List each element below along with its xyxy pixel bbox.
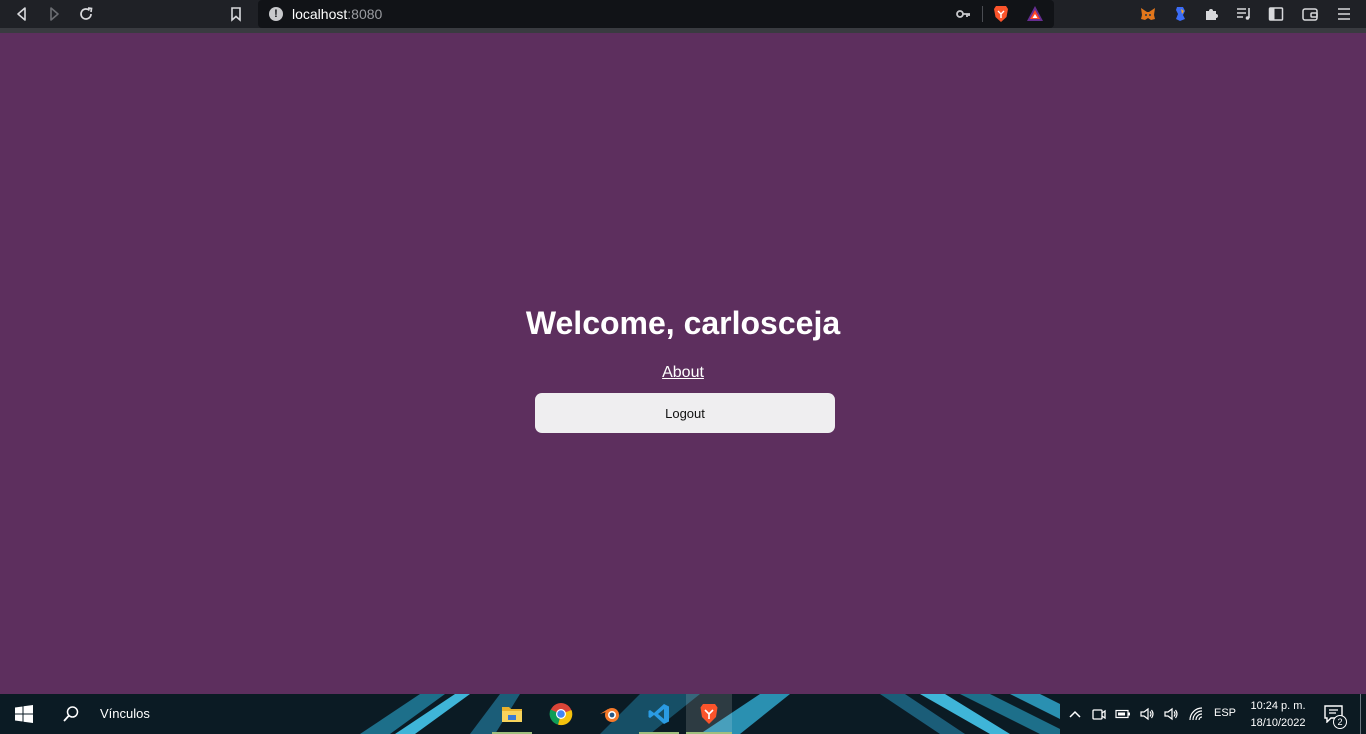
taskbar-app-file-explorer[interactable] [492,694,532,734]
system-clock[interactable]: 10:24 p. m. 18/10/2022 [1245,698,1311,732]
taskbar: Vínculos ESP 10:24 p. m. 18/10/2022 2 [0,694,1366,734]
vscode-icon [648,704,669,724]
input-language[interactable]: ESP [1214,707,1236,719]
speaker-icon[interactable] [1139,706,1155,722]
taskbar-app-chrome[interactable] [541,694,581,734]
url-port: :8080 [347,6,383,22]
bookmark-icon[interactable] [226,4,246,24]
menu-icon[interactable] [1334,4,1354,24]
address-bar[interactable]: ! localhost:8080 [258,0,1054,28]
browser-toolbar: ! localhost:8080 [0,0,1366,28]
site-info-icon[interactable]: ! [269,7,283,21]
brave-rewards-icon[interactable] [1026,5,1044,23]
key-icon[interactable] [955,6,971,22]
url-divider [982,6,983,22]
notification-count-badge: 2 [1333,715,1347,729]
taskbar-app-vscode[interactable] [639,694,679,734]
about-link[interactable]: About [662,364,704,381]
reading-list-icon[interactable] [1234,4,1254,24]
page-content: Welcome, carlosceja About Logout [0,33,1366,694]
url-text[interactable]: localhost:8080 [292,6,382,22]
extensions-puzzle-icon[interactable] [1202,4,1222,24]
reload-icon[interactable] [76,4,96,24]
taskbar-wallpaper [0,694,1366,734]
show-desktop-button[interactable] [1360,694,1361,734]
back-icon[interactable] [12,4,32,24]
extension-blue-icon[interactable] [1170,4,1190,24]
volume-icon[interactable] [1163,706,1179,722]
metamask-icon[interactable] [1138,4,1158,24]
file-explorer-icon [502,707,522,722]
taskbar-app-blender[interactable] [590,694,630,734]
meet-now-icon[interactable] [1091,706,1107,722]
search-icon[interactable] [62,705,80,723]
chevron-up-icon[interactable] [1067,706,1083,722]
welcome-heading: Welcome, carlosceja [525,305,841,341]
links-toolbar-label[interactable]: Vínculos [100,706,150,721]
brave-icon [700,704,718,724]
wifi-icon[interactable] [1188,706,1204,722]
windows-start-icon[interactable] [15,705,33,723]
battery-icon[interactable] [1115,706,1131,722]
blender-icon [600,708,619,722]
url-host: localhost [292,6,348,22]
logout-button[interactable]: Logout [535,393,835,433]
clock-time: 10:24 p. m. [1250,700,1306,712]
clock-date: 18/10/2022 [1250,717,1306,729]
about-link-container: About [0,364,1366,382]
wallet-icon[interactable] [1300,4,1320,24]
brave-shields-icon[interactable] [993,5,1009,23]
sidebar-icon[interactable] [1266,4,1286,24]
chrome-icon [549,703,573,726]
taskbar-app-brave[interactable] [686,694,732,734]
forward-icon[interactable] [44,4,64,24]
